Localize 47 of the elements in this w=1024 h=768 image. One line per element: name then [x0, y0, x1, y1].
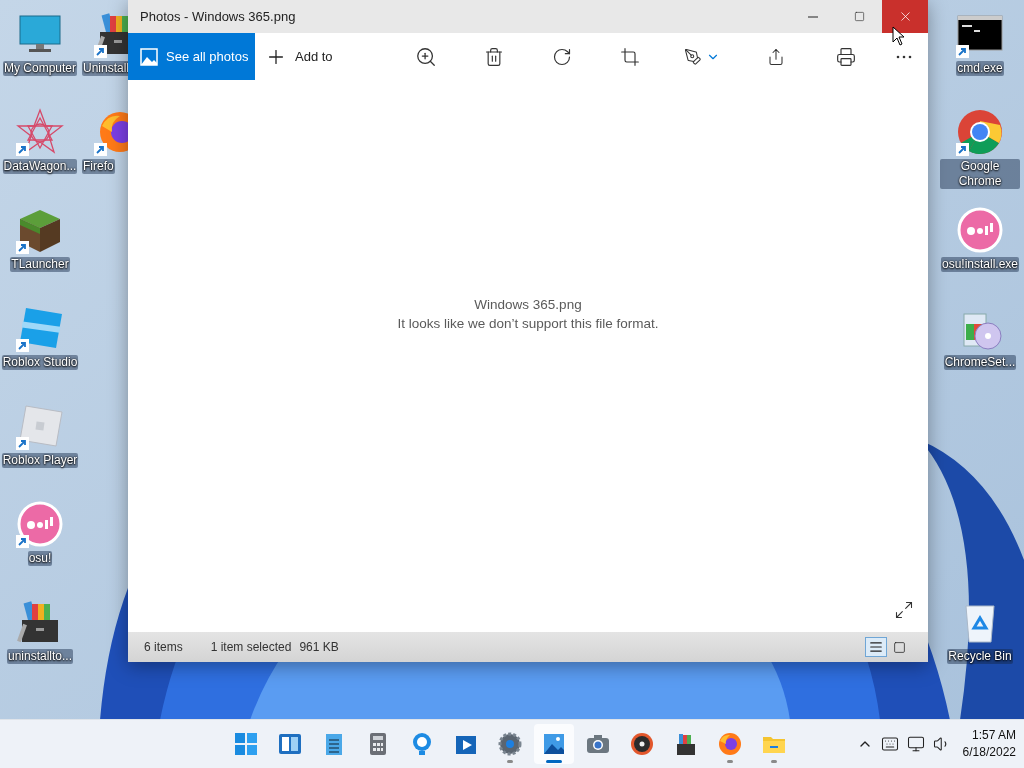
more-icon: [896, 54, 912, 59]
widgets-icon: [277, 731, 303, 757]
square-icon: [892, 640, 906, 654]
clock[interactable]: 1:57 AM 6/18/2022: [958, 727, 1024, 761]
minimize-icon: [808, 15, 818, 18]
desktop-icon-label[interactable]: DataWagon...: [2, 159, 78, 174]
desktop-icon-label[interactable]: Firefo: [82, 159, 115, 174]
desktop-icon-label[interactable]: Roblox Player: [1, 453, 79, 468]
photo-icon: [140, 47, 158, 66]
details-view-button[interactable]: [865, 637, 887, 657]
file-name: Windows 365.png: [474, 296, 582, 314]
file-size: 961 KB: [299, 640, 339, 654]
keyboard-icon: [880, 735, 899, 753]
star-pattern-icon: [16, 108, 64, 156]
windows-logo-icon: [233, 731, 259, 757]
crop-icon: [620, 46, 640, 67]
lines-icon: [869, 640, 883, 654]
item-count: 6 items: [144, 640, 183, 654]
desktop-icon-label[interactable]: TLauncher: [10, 257, 70, 272]
desktop-icon-label[interactable]: cmd.exe: [956, 61, 1004, 76]
desktop-icon-label[interactable]: osu!install.exe: [940, 257, 1019, 272]
monitor-icon: [906, 735, 925, 753]
desktop-icon-label[interactable]: Recycle Bin: [947, 649, 1013, 664]
error-message: It looks like we don’t support this file format.: [397, 315, 659, 333]
desktop-icon-label[interactable]: Roblox Studio: [1, 355, 79, 370]
share-icon: [767, 47, 785, 66]
keyboard-button[interactable]: [880, 735, 899, 753]
trash-icon: [484, 46, 504, 67]
music-disc-icon: [629, 731, 655, 757]
desktop-icon-label[interactable]: uninstallto...: [6, 649, 73, 664]
desktop-icon-label[interactable]: osu!: [27, 551, 53, 566]
window-title: Photos - Windows 365.png: [139, 9, 297, 24]
zoom-in-icon: [415, 45, 437, 68]
see-all-photos-button[interactable]: See all photos: [128, 33, 255, 80]
rotate-icon: [552, 46, 572, 67]
desktop-icon-label[interactable]: My Computer: [3, 61, 77, 76]
photo-icon: [541, 731, 567, 757]
desktop-icon-label[interactable]: Google Chrome: [940, 159, 1020, 189]
maximize-icon: [853, 11, 865, 22]
selection-status: 1 item selected: [210, 640, 292, 654]
gear-icon: [497, 731, 523, 757]
desktop-icon-label[interactable]: ChromeSet...: [943, 355, 1017, 370]
add-to-button[interactable]: Add to: [255, 33, 345, 80]
printer-icon: [836, 46, 856, 67]
pen-icon: [684, 47, 702, 66]
network-button[interactable]: [906, 735, 925, 753]
chrome-logo-icon: [956, 108, 1004, 156]
